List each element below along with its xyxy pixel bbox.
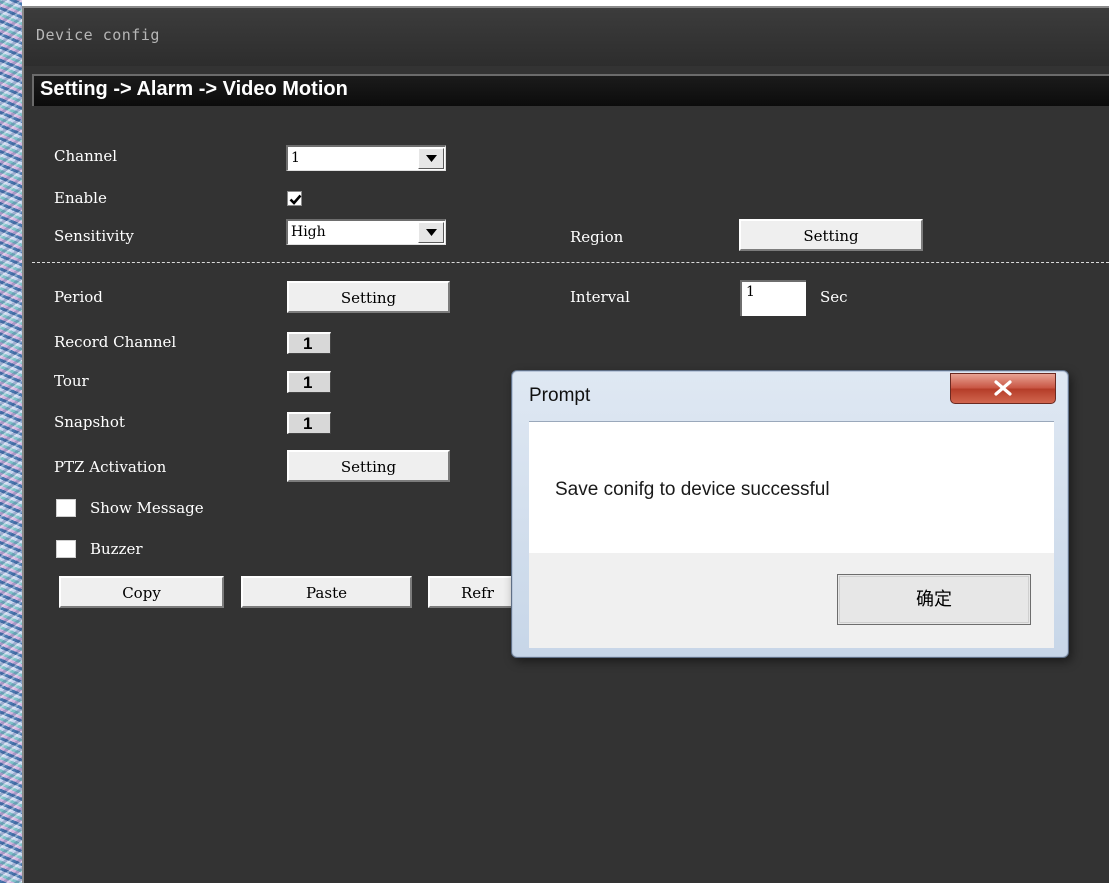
enable-label: Enable xyxy=(54,189,107,207)
tour-channel-1[interactable]: 1 xyxy=(287,371,331,393)
record-channel-label: Record Channel xyxy=(54,333,177,351)
interval-unit: Sec xyxy=(820,288,848,306)
close-button[interactable] xyxy=(950,373,1056,404)
chevron-down-icon[interactable] xyxy=(418,148,444,169)
sensitivity-select[interactable]: High xyxy=(286,219,446,245)
region-label: Region xyxy=(570,228,624,246)
record-channel-1[interactable]: 1 xyxy=(287,332,331,354)
interval-label: Interval xyxy=(570,288,630,306)
channel-select-value: 1 xyxy=(291,150,300,166)
sensitivity-label: Sensitivity xyxy=(54,227,134,245)
snapshot-label: Snapshot xyxy=(54,413,125,431)
ptz-setting-button[interactable]: Setting xyxy=(287,450,450,482)
chevron-down-icon[interactable] xyxy=(418,222,444,243)
ok-button[interactable]: 确定 xyxy=(837,574,1031,625)
channel-label: Channel xyxy=(54,147,118,165)
window-title-bar[interactable]: Device config xyxy=(24,8,1109,66)
check-icon xyxy=(289,194,302,205)
interval-input[interactable]: 1 xyxy=(740,280,806,316)
interval-input-value: 1 xyxy=(746,284,755,300)
section-divider xyxy=(32,262,1109,263)
period-setting-button[interactable]: Setting xyxy=(287,281,450,313)
desktop-background-strip xyxy=(0,0,22,883)
show-message-checkbox[interactable] xyxy=(56,499,76,517)
breadcrumb-text: Setting -> Alarm -> Video Motion xyxy=(40,78,348,100)
snapshot-channel-1[interactable]: 1 xyxy=(287,412,331,434)
tour-label: Tour xyxy=(54,372,89,390)
enable-checkbox[interactable] xyxy=(287,191,302,206)
ptz-activation-label: PTZ Activation xyxy=(54,458,167,476)
channel-select[interactable]: 1 xyxy=(286,145,446,171)
prompt-dialog: Prompt Save conifg to device successful … xyxy=(511,370,1069,658)
sensitivity-select-value: High xyxy=(291,224,326,240)
close-icon xyxy=(994,380,1012,396)
period-label: Period xyxy=(54,288,103,306)
show-message-label: Show Message xyxy=(90,499,204,517)
buzzer-checkbox[interactable] xyxy=(56,540,76,558)
dialog-message: Save conifg to device successful xyxy=(555,479,830,500)
copy-button[interactable]: Copy xyxy=(59,576,224,608)
dialog-body: Save conifg to device successful xyxy=(529,421,1054,553)
buzzer-label: Buzzer xyxy=(90,540,143,558)
region-setting-button[interactable]: Setting xyxy=(739,219,923,251)
breadcrumb: Setting -> Alarm -> Video Motion xyxy=(32,74,1109,106)
dialog-footer: 确定 xyxy=(529,553,1054,648)
window-title: Device config xyxy=(36,26,160,44)
dialog-title: Prompt xyxy=(529,385,591,406)
paste-button[interactable]: Paste xyxy=(241,576,412,608)
